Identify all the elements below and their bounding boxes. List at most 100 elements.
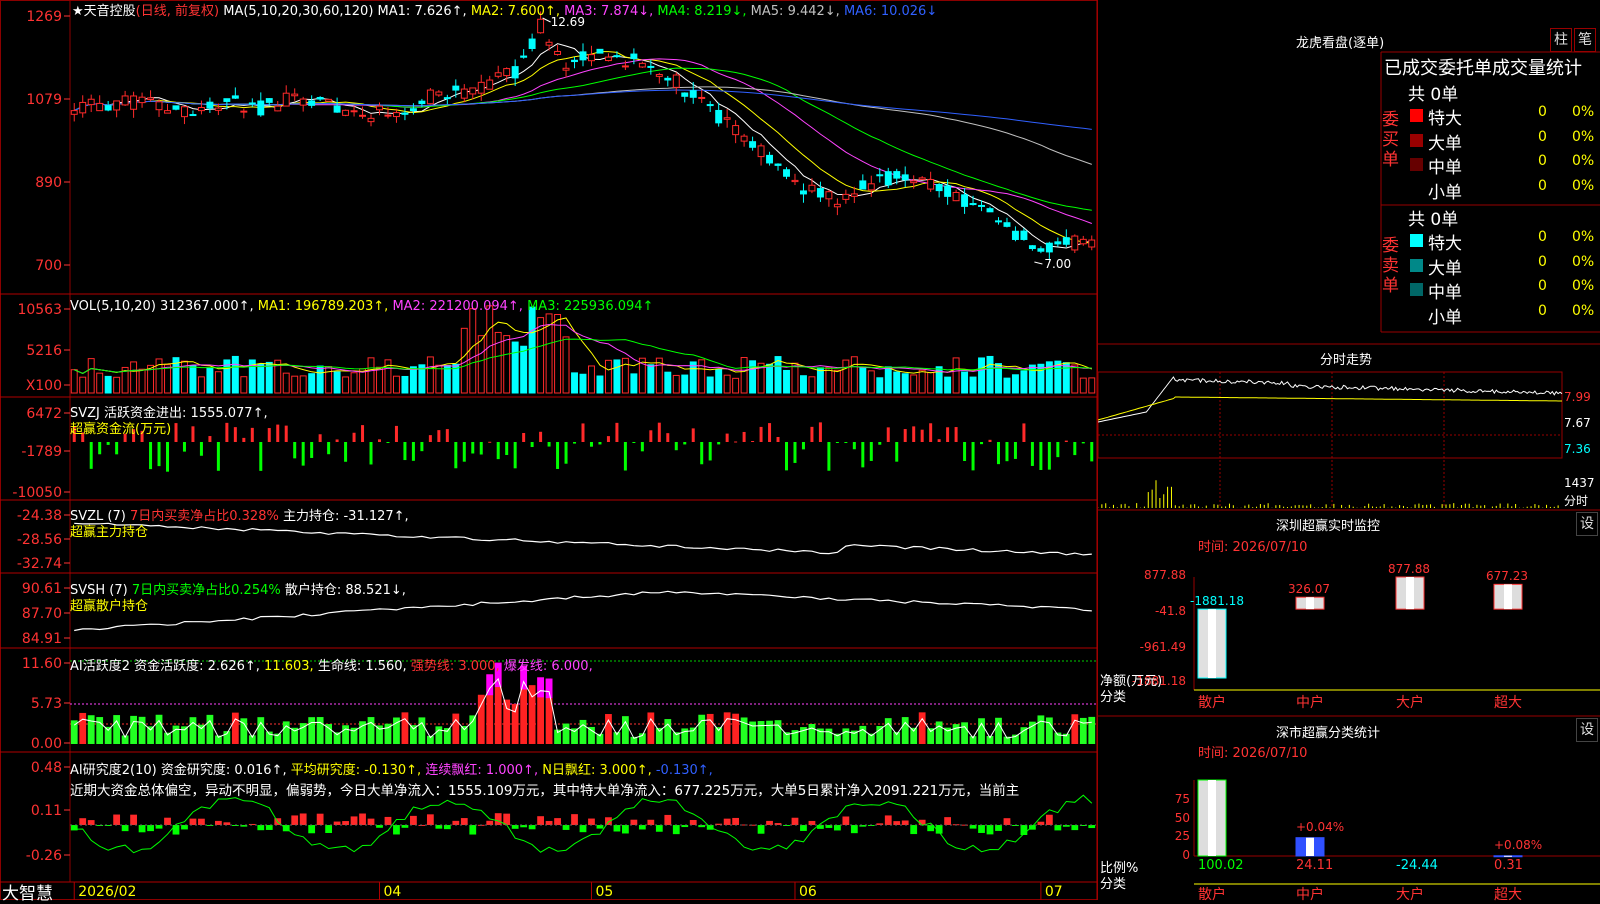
svzj-bar <box>157 442 161 467</box>
ai-active-bar <box>401 712 409 744</box>
sz-class-settings-button[interactable]: 设 <box>1576 718 1598 742</box>
ai-active-bar <box>1045 717 1053 744</box>
ai-research-bar <box>562 825 570 830</box>
candle-body <box>206 101 214 109</box>
ai-active-bar <box>723 712 731 744</box>
svzj-panel[interactable] <box>72 422 1094 472</box>
volume-bar <box>435 364 443 394</box>
svzj-bar <box>377 439 381 442</box>
svzj-bar <box>327 442 331 455</box>
sell-row-pct: 0% <box>1572 253 1595 270</box>
ai-research-panel[interactable] <box>70 794 1096 854</box>
ai-research-bar <box>316 813 324 825</box>
svzj-bar <box>776 437 780 442</box>
ai-research-bar <box>638 825 646 830</box>
candle-body <box>189 114 197 117</box>
svzj-bar <box>683 442 687 445</box>
candle-body <box>248 102 256 105</box>
volume-bar <box>604 359 612 394</box>
candle-body <box>918 177 926 180</box>
volume-bar <box>859 366 867 394</box>
intraday-price-line <box>1098 376 1563 423</box>
svzj-bar <box>827 442 831 471</box>
svzj-bar <box>895 442 899 462</box>
svzj-bar <box>734 441 738 443</box>
adjust-mode[interactable]: (日线, 前复权) <box>136 4 219 19</box>
candle-body <box>147 97 155 100</box>
bar-mode-button[interactable]: 柱 <box>1550 28 1572 52</box>
volume-bar <box>613 359 621 394</box>
svzj-bar <box>852 442 856 450</box>
volume-bar <box>647 364 655 394</box>
volume-bar <box>138 368 146 394</box>
candle-body <box>571 59 578 63</box>
svzj-bar <box>937 439 941 442</box>
volume-bar <box>426 356 434 394</box>
y-tick: 0.11 <box>31 803 62 819</box>
y-tick: -1789 <box>21 444 62 460</box>
ai-research-bar <box>257 825 265 831</box>
bar-category-label: 中户 <box>1296 695 1324 711</box>
ai-research-bar <box>681 825 689 828</box>
candle-body <box>1045 242 1053 253</box>
candle-body <box>689 90 697 98</box>
volume-bar <box>842 359 850 394</box>
intraday-tick-0: 7.99 <box>1564 390 1591 404</box>
price-header: ★天音控股(日线, 前复权) MA(5,10,20,30,60,120) MA1… <box>72 0 937 19</box>
ma6-line <box>73 89 1092 130</box>
ai-active-bar <box>104 726 112 744</box>
sell-row-count: 0 <box>1538 302 1547 319</box>
sz-monitor-settings-button[interactable]: 设 <box>1576 512 1598 536</box>
ai-research-bar <box>901 820 909 825</box>
tick-mode-button[interactable]: 笔 <box>1574 28 1596 52</box>
candle-body <box>231 95 239 99</box>
volume-bar <box>206 367 214 394</box>
vol-params: VOL(5,10,20) <box>70 299 156 314</box>
candle-body <box>588 54 595 62</box>
ai-research-bar <box>435 825 443 829</box>
candle-body <box>70 110 78 115</box>
volume-bar <box>265 361 273 394</box>
candle-body <box>113 100 121 111</box>
star-icon[interactable]: ★ <box>72 4 84 19</box>
ai-research-bar <box>452 820 460 825</box>
candle-body <box>808 184 816 192</box>
volume-bar <box>918 369 926 394</box>
y-tick: X100 <box>26 378 62 394</box>
ma2-value: MA2: 7.600↑, <box>470 4 560 19</box>
ai-active-bar <box>138 716 146 744</box>
volume-bar <box>528 306 536 394</box>
candle-body <box>876 174 884 177</box>
class-tick: 25 <box>1174 829 1190 843</box>
bar-category-label: 大户 <box>1396 695 1424 711</box>
volume-bar <box>70 369 78 394</box>
candle-body <box>1088 239 1096 248</box>
y-tick: 87.70 <box>22 606 62 622</box>
ai-active-bar <box>181 726 188 744</box>
ai-active-bar <box>918 712 926 744</box>
svzl-ratio: 7日内买卖净占比0.328% <box>129 509 279 524</box>
ai-research-bar <box>757 825 765 834</box>
class-category-label: 超大 <box>1494 887 1522 903</box>
brand-logo[interactable]: 大智慧 <box>2 879 53 904</box>
intraday-title[interactable]: 分时走势 <box>1320 349 1372 368</box>
ai-research-bar <box>800 825 807 831</box>
svzj-bar <box>488 441 492 443</box>
price-panel[interactable]: 12.697.00 <box>70 11 1096 271</box>
ai-research-bar <box>723 818 731 825</box>
ai-active-bar <box>452 713 460 744</box>
date-label: 04 <box>383 884 401 900</box>
candle-body <box>1062 237 1070 245</box>
ai-active-bar <box>774 720 782 744</box>
intraday-vol-tick: 1437 <box>1564 476 1595 490</box>
ai-research-bar <box>181 825 188 830</box>
svzl-panel[interactable] <box>74 522 1092 556</box>
volume-panel[interactable] <box>70 305 1096 394</box>
ai-research-bar <box>443 825 451 830</box>
bar-value-label: 877.88 <box>1388 562 1430 576</box>
volume-bar <box>1037 363 1045 394</box>
ai-research-bar <box>978 825 985 833</box>
candle-body <box>181 106 188 118</box>
candle-body <box>274 105 282 112</box>
y-tick: 5.73 <box>31 696 62 712</box>
